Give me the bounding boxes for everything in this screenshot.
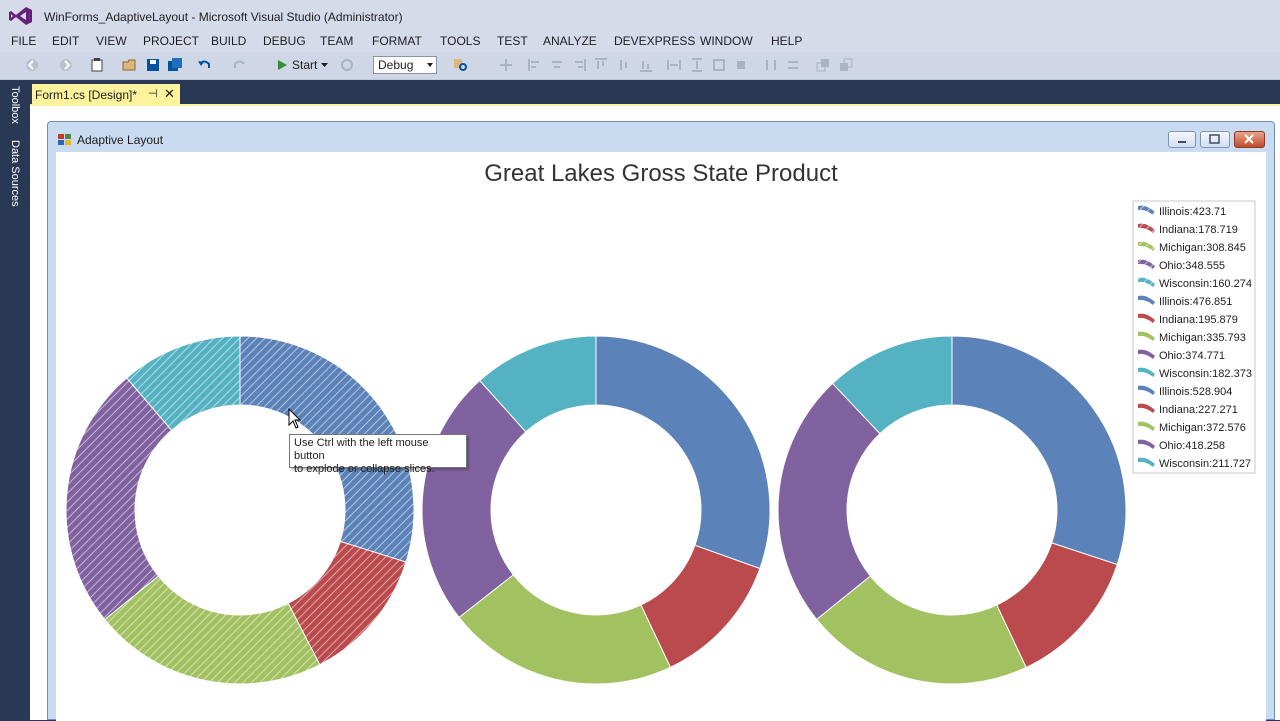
legend-entry: Ohio:374.771: [1159, 350, 1225, 362]
tooltip-line-1: Use Ctrl with the left mouse button: [294, 437, 429, 462]
legend-entry: Michigan:372.576: [1159, 422, 1246, 434]
mouse-cursor-icon: [288, 408, 302, 429]
legend-entry: Wisconsin:160.274: [1159, 278, 1252, 290]
doughnut-series-group: [65, 335, 1127, 685]
chart-title: Great Lakes Gross State Product: [484, 160, 838, 187]
legend-entry: Indiana:178.719: [1159, 224, 1238, 236]
legend-entry: Michigan:335.793: [1159, 332, 1246, 344]
legend-entry: Ohio:418.258: [1159, 440, 1225, 452]
legend-entry: Indiana:227.271: [1159, 404, 1238, 416]
legend-entry: Illinois:423.71: [1159, 206, 1226, 218]
legend-entry: Wisconsin:211.727: [1159, 458, 1251, 470]
slice-illinois-series-3[interactable]: [951, 335, 1127, 566]
legend-entry: Michigan:308.845: [1159, 242, 1246, 254]
legend-entry: Illinois:528.904: [1159, 386, 1232, 398]
chart-tooltip: Use Ctrl with the left mouse button to e…: [289, 434, 467, 475]
tooltip-line-2: to explode or collapse slices.: [294, 463, 435, 475]
slice-illinois-series-2[interactable]: [595, 335, 771, 570]
legend-entry: Wisconsin:182.373: [1159, 368, 1252, 380]
legend-entry: Indiana:195.879: [1159, 314, 1238, 326]
legend-entry: Illinois:476.851: [1159, 296, 1232, 308]
legend-entry: Ohio:348.555: [1159, 260, 1225, 272]
chart-legend: Illinois:423.71 Indiana:178.719 Michigan:3…: [1132, 200, 1256, 474]
chart-control[interactable]: Great Lakes Gross State Product Illinois…: [0, 0, 1280, 720]
